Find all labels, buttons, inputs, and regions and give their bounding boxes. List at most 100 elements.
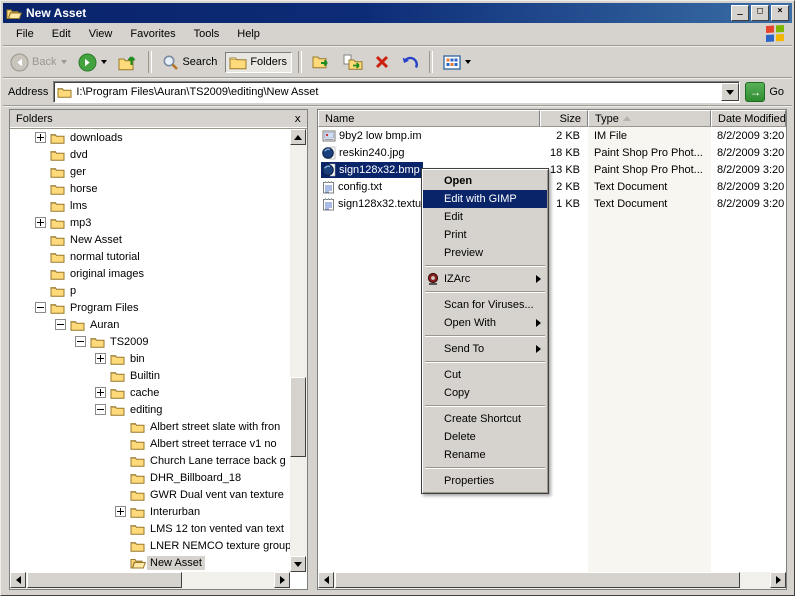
tree-item[interactable]: ger bbox=[10, 163, 290, 180]
expand-plus-icon[interactable] bbox=[95, 387, 106, 398]
context-menu-item-cut[interactable]: Cut bbox=[423, 366, 547, 384]
tree-item[interactable]: Builtin bbox=[10, 367, 290, 384]
context-menu-item-send-to[interactable]: Send To bbox=[423, 340, 547, 358]
context-menu-item-preview[interactable]: Preview bbox=[423, 244, 547, 262]
minimize-button[interactable]: _ bbox=[731, 5, 749, 21]
scroll-left-icon[interactable] bbox=[318, 572, 334, 588]
tree-item[interactable]: cache bbox=[10, 384, 290, 401]
menubar-item-edit[interactable]: Edit bbox=[43, 26, 80, 42]
column-header-size[interactable]: Size bbox=[540, 110, 588, 127]
tree-item[interactable]: New Asset bbox=[10, 554, 290, 571]
scroll-right-icon[interactable] bbox=[274, 572, 290, 588]
scroll-left-icon[interactable] bbox=[10, 572, 26, 588]
tree-item[interactable]: horse bbox=[10, 180, 290, 197]
context-menu-item-print[interactable]: Print bbox=[423, 226, 547, 244]
scroll-down-icon[interactable] bbox=[290, 556, 306, 572]
tree-item[interactable]: downloads bbox=[10, 129, 290, 146]
scroll-up-icon[interactable] bbox=[290, 129, 306, 145]
tree-item[interactable]: Church Lane terrace back g bbox=[10, 452, 290, 469]
scroll-right-icon[interactable] bbox=[770, 572, 786, 588]
back-dropdown-icon[interactable] bbox=[61, 60, 67, 64]
back-button[interactable]: Back bbox=[6, 50, 71, 75]
tree-item[interactable]: New Asset bbox=[10, 231, 290, 248]
collapse-minus-icon[interactable] bbox=[35, 302, 46, 313]
file-row[interactable]: config.txt2 KBText Document8/2/2009 3:20… bbox=[318, 178, 786, 195]
forward-dropdown-icon[interactable] bbox=[101, 60, 107, 64]
context-menu-item-delete[interactable]: Delete bbox=[423, 428, 547, 446]
folders-panel-close-icon[interactable]: x bbox=[294, 113, 301, 124]
views-button[interactable] bbox=[439, 52, 475, 73]
tree-vscroll-thumb[interactable] bbox=[290, 377, 306, 457]
tree-item[interactable]: DHR_Billboard_18 bbox=[10, 469, 290, 486]
list-horizontal-scrollbar[interactable] bbox=[318, 572, 786, 589]
file-row[interactable]: reskin240.jpg18 KBPaint Shop Pro Phot...… bbox=[318, 144, 786, 161]
collapse-minus-icon[interactable] bbox=[75, 336, 86, 347]
up-button[interactable] bbox=[114, 50, 142, 74]
context-menu-item-label: Open bbox=[444, 175, 472, 187]
context-menu-item-edit-with-gimp[interactable]: Edit with GIMP bbox=[423, 190, 547, 208]
column-header-type[interactable]: Type bbox=[588, 110, 711, 127]
tree-item[interactable]: mp3 bbox=[10, 214, 290, 231]
tree-item[interactable]: LNER NEMCO texture group bbox=[10, 537, 290, 554]
file-row[interactable]: sign128x32.textu1 KBText Document8/2/200… bbox=[318, 195, 786, 212]
context-menu-item-open[interactable]: Open bbox=[423, 172, 547, 190]
search-button[interactable]: Search bbox=[158, 51, 222, 74]
expand-plus-icon[interactable] bbox=[115, 506, 126, 517]
column-header-name[interactable]: Name bbox=[318, 110, 540, 127]
tree-item[interactable]: dvd bbox=[10, 146, 290, 163]
maximize-button[interactable]: □ bbox=[751, 5, 769, 21]
expand-plus-icon[interactable] bbox=[95, 353, 106, 364]
column-header-date-modified[interactable]: Date Modified bbox=[711, 110, 786, 127]
tree-item[interactable]: TS2009 bbox=[10, 333, 290, 350]
address-dropdown-button[interactable] bbox=[721, 83, 739, 101]
context-menu-item-copy[interactable]: Copy bbox=[423, 384, 547, 402]
context-menu-item-open-with[interactable]: Open With bbox=[423, 314, 547, 332]
context-menu-item-izarc[interactable]: IZArc bbox=[423, 270, 547, 288]
context-menu-item-properties[interactable]: Properties bbox=[423, 472, 547, 490]
context-menu-item-create-shortcut[interactable]: Create Shortcut bbox=[423, 410, 547, 428]
tree-item[interactable]: LMS 12 ton vented van text bbox=[10, 520, 290, 537]
menubar-item-help[interactable]: Help bbox=[228, 26, 269, 42]
tree-horizontal-scrollbar[interactable] bbox=[10, 572, 290, 589]
undo-button[interactable] bbox=[397, 51, 423, 74]
tree-hscroll-thumb[interactable] bbox=[27, 572, 182, 588]
tree-vertical-scrollbar[interactable] bbox=[290, 129, 307, 572]
address-input[interactable]: I:\Program Files\Auran\TS2009\editing\Ne… bbox=[53, 81, 740, 103]
list-hscroll-thumb[interactable] bbox=[335, 572, 740, 588]
tree-item[interactable]: editing bbox=[10, 401, 290, 418]
file-type-cell: Paint Shop Pro Phot... bbox=[588, 164, 711, 176]
delete-button[interactable] bbox=[370, 51, 394, 73]
context-menu-item-edit[interactable]: Edit bbox=[423, 208, 547, 226]
folders-button[interactable]: Folders bbox=[225, 52, 292, 73]
expand-plus-icon[interactable] bbox=[35, 217, 46, 228]
tree-item[interactable]: GWR Dual vent van texture bbox=[10, 486, 290, 503]
views-dropdown-icon[interactable] bbox=[465, 60, 471, 64]
tree-item[interactable]: Auran bbox=[10, 316, 290, 333]
go-button[interactable]: → Go bbox=[745, 82, 787, 102]
tree-item[interactable]: lms bbox=[10, 197, 290, 214]
menubar-item-file[interactable]: File bbox=[7, 26, 43, 42]
forward-button[interactable] bbox=[74, 50, 111, 75]
menubar-item-favorites[interactable]: Favorites bbox=[121, 26, 184, 42]
tree-item[interactable]: Interurban bbox=[10, 503, 290, 520]
tree-item[interactable]: normal tutorial bbox=[10, 248, 290, 265]
collapse-minus-icon[interactable] bbox=[95, 404, 106, 415]
tree-item[interactable]: p bbox=[10, 282, 290, 299]
expand-plus-icon[interactable] bbox=[35, 132, 46, 143]
tree-item[interactable]: Program Files bbox=[10, 299, 290, 316]
panel-divider[interactable] bbox=[308, 109, 317, 590]
file-row[interactable]: 9by2 low bmp.im2 KBIM File8/2/2009 3:20 … bbox=[318, 127, 786, 144]
context-menu-item-rename[interactable]: Rename bbox=[423, 446, 547, 464]
copy-to-button[interactable] bbox=[339, 51, 367, 73]
menubar-item-tools[interactable]: Tools bbox=[185, 26, 229, 42]
move-to-button[interactable] bbox=[308, 51, 336, 73]
collapse-minus-icon[interactable] bbox=[55, 319, 66, 330]
context-menu-item-scan-for-viruses[interactable]: Scan for Viruses... bbox=[423, 296, 547, 314]
close-button[interactable]: × bbox=[771, 5, 789, 21]
file-row[interactable]: sign128x32.bmp13 KBPaint Shop Pro Phot..… bbox=[318, 161, 786, 178]
tree-item[interactable]: original images bbox=[10, 265, 290, 282]
tree-item[interactable]: Albert street terrace v1 no bbox=[10, 435, 290, 452]
menubar-item-view[interactable]: View bbox=[80, 26, 122, 42]
tree-item[interactable]: Albert street slate with fron bbox=[10, 418, 290, 435]
tree-item[interactable]: bin bbox=[10, 350, 290, 367]
